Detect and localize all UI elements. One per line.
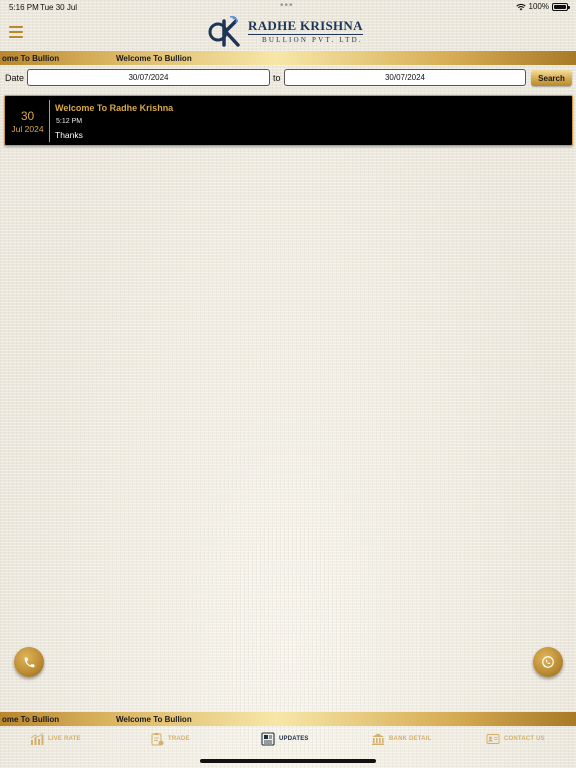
marquee-text-tail: ome To Bullion [2, 54, 60, 63]
nav-contact-us[interactable]: CONTACT US [486, 732, 545, 746]
brand-text: RADHE KRISHNA BULLION PVT. LTD. [248, 17, 363, 44]
from-date-input[interactable]: 30/07/2024 [27, 69, 270, 86]
to-date-input[interactable]: 30/07/2024 [284, 69, 526, 86]
update-time: 5:12 PM [56, 118, 83, 125]
bottom-marquee-text-tail: ome To Bullion [2, 715, 60, 724]
multitask-dots[interactable]: ••• [280, 0, 294, 11]
call-button[interactable] [14, 647, 44, 677]
status-bar: 5:16 PM Tue 30 Jul ••• 100% [0, 0, 576, 14]
status-date: Tue 30 Jul [40, 3, 78, 12]
nav-updates-label: UPDATES [279, 736, 309, 742]
nav-live-rate-label: LIVE RATE [48, 736, 81, 742]
brand-logo: RADHE KRISHNA BULLION PVT. LTD. [208, 14, 368, 48]
nav-trade-label: TRADE [168, 736, 190, 742]
update-day: 30 [20, 109, 35, 123]
app-header: RADHE KRISHNA BULLION PVT. LTD. [0, 14, 576, 50]
top-marquee: ome To Bullion Welcome To Bullion [0, 51, 576, 65]
nav-live-rate[interactable]: LIVE RATE [30, 732, 81, 746]
update-message: Thanks [55, 130, 83, 140]
bottom-nav: LIVE RATE TRADE UPDATES BANK DETAIL CONT… [0, 727, 576, 755]
marquee-text: Welcome To Bullion [116, 54, 192, 63]
bar-chart-icon [30, 732, 44, 745]
bank-icon [372, 733, 384, 745]
trade-clipboard-icon [151, 733, 164, 746]
battery-icon [552, 2, 570, 11]
update-title: Welcome To Radhe Krishna [55, 103, 174, 113]
bottom-marquee: ome To Bullion Welcome To Bullion [0, 712, 576, 726]
nav-trade[interactable]: TRADE [150, 732, 190, 746]
date-label: Date [5, 73, 25, 83]
card-divider [49, 100, 50, 142]
to-label: to [273, 73, 281, 83]
update-card[interactable]: 30 Jul 2024 Welcome To Radhe Krishna 5:1… [4, 95, 573, 146]
battery-percent: 100% [528, 2, 549, 11]
date-filter: Date 30/07/2024 to 30/07/2024 Search [0, 69, 576, 87]
update-month-year: Jul 2024 [11, 124, 44, 134]
brand-title: RADHE KRISHNA [248, 17, 363, 33]
status-right: 100% [515, 2, 570, 11]
contact-card-icon [486, 734, 500, 744]
newspaper-icon [261, 732, 275, 746]
whatsapp-button[interactable] [533, 647, 563, 677]
nav-contact-us-label: CONTACT US [504, 736, 545, 742]
search-button[interactable]: Search [531, 70, 572, 86]
nav-bank-detail-label: BANK DETAIL [389, 736, 432, 742]
bottom-marquee-text: Welcome To Bullion [116, 715, 192, 724]
home-indicator[interactable] [200, 759, 376, 763]
radhe-krishna-logo-icon [208, 16, 240, 47]
wifi-icon [515, 3, 526, 10]
brand-subtitle: BULLION PVT. LTD. [261, 35, 363, 44]
hamburger-menu-icon[interactable] [9, 26, 23, 38]
phone-icon [24, 657, 34, 667]
nav-updates[interactable]: UPDATES [261, 732, 309, 746]
status-time: 5:16 PM [9, 3, 39, 12]
whatsapp-icon [542, 656, 554, 668]
nav-bank-detail[interactable]: BANK DETAIL [371, 732, 431, 746]
